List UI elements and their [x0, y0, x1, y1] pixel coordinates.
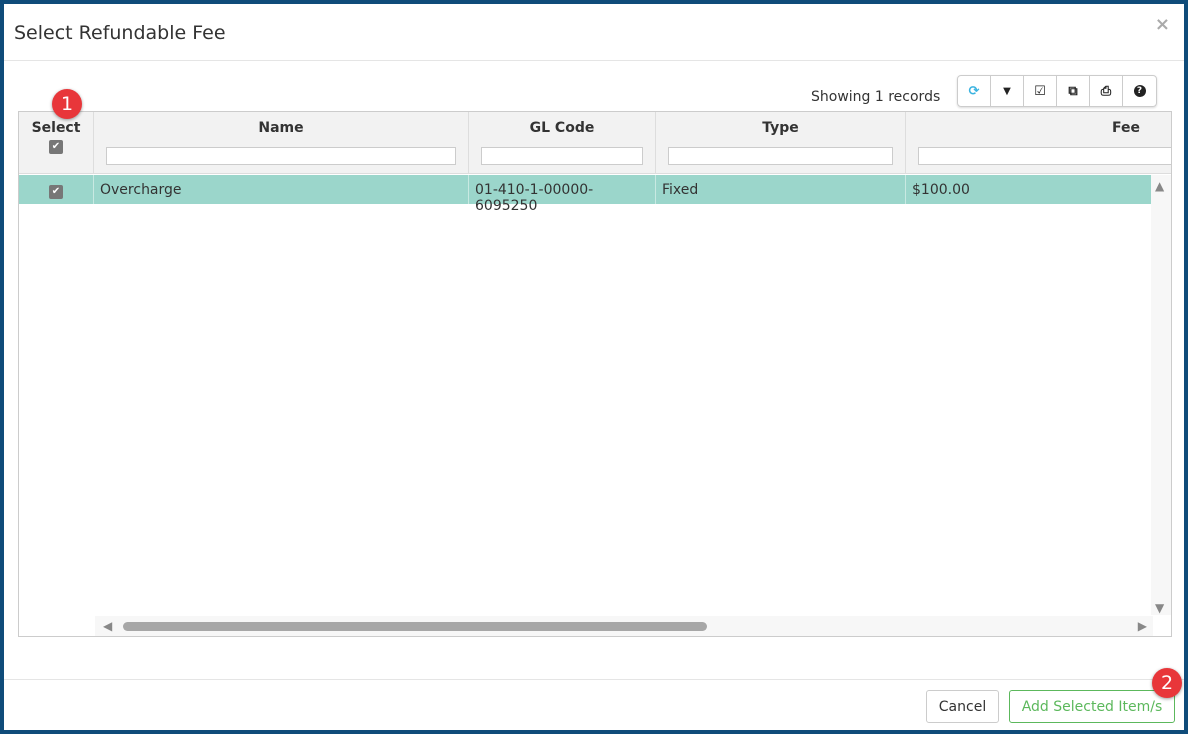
column-gl-code: GL Code	[469, 112, 656, 174]
column-label: Select	[31, 120, 81, 136]
vertical-scrollbar[interactable]: ▲ ▼	[1151, 175, 1171, 615]
step-badge-1: 1	[52, 89, 82, 119]
divider	[4, 679, 1184, 680]
step-badge-2: 2	[1152, 668, 1182, 698]
grid-toolbar: ⟳ ▼ ☑ ⧉ ⎙ ?	[957, 75, 1157, 107]
name-cell: Overcharge	[94, 175, 469, 204]
fee-cell: $100.00	[912, 182, 970, 198]
cancel-button[interactable]: Cancel	[926, 690, 999, 723]
refresh-button[interactable]: ⟳	[958, 76, 991, 106]
scroll-left-icon[interactable]: ◀	[103, 619, 112, 633]
column-label: Fee	[1112, 120, 1140, 136]
row-select-cell: ✔	[19, 175, 94, 204]
help-button[interactable]: ?	[1123, 76, 1156, 106]
copy-button[interactable]: ⧉	[1057, 76, 1090, 106]
name-filter-input[interactable]	[106, 147, 456, 165]
scroll-down-icon[interactable]: ▼	[1155, 601, 1164, 615]
column-type: Type	[656, 112, 906, 174]
column-select: Select ✔	[19, 112, 94, 174]
fee-grid: Select ✔ Name GL Code Type Fee ✔ Overchar…	[18, 111, 1172, 637]
record-count: Showing 1 records	[811, 89, 941, 105]
close-icon[interactable]: ×	[1155, 14, 1170, 35]
select-all-checkbox[interactable]: ✔	[49, 140, 63, 154]
row-checkbox[interactable]: ✔	[49, 185, 63, 199]
column-label: Name	[258, 120, 304, 136]
check-all-icon: ☑	[1034, 83, 1046, 99]
horizontal-scrollbar[interactable]: ◀ ▶	[95, 616, 1153, 636]
column-label: Type	[762, 120, 799, 136]
column-fee: Fee	[906, 112, 1171, 174]
add-selected-button[interactable]: Add Selected Item/s	[1009, 690, 1175, 723]
scrollbar-thumb[interactable]	[123, 622, 707, 631]
select-refundable-fee-dialog: Select Refundable Fee × Showing 1 record…	[4, 4, 1184, 730]
column-label: GL Code	[529, 120, 595, 136]
filter-icon: ▼	[1003, 85, 1011, 97]
scroll-up-icon[interactable]: ▲	[1155, 179, 1164, 193]
divider	[4, 60, 1184, 61]
grid-header: Select ✔ Name GL Code Type Fee	[19, 112, 1171, 174]
column-name: Name	[94, 112, 469, 174]
gl-code-filter-input[interactable]	[481, 147, 643, 165]
check-all-button[interactable]: ☑	[1024, 76, 1057, 106]
filter-button[interactable]: ▼	[991, 76, 1024, 106]
refresh-icon: ⟳	[968, 83, 980, 99]
help-icon: ?	[1133, 85, 1146, 97]
dialog-title: Select Refundable Fee	[14, 22, 226, 44]
print-button[interactable]: ⎙	[1090, 76, 1123, 106]
print-icon: ⎙	[1100, 83, 1112, 99]
scroll-right-icon[interactable]: ▶	[1138, 619, 1147, 633]
type-filter-input[interactable]	[668, 147, 893, 165]
gl-code-cell: 01-410-1-00000-6095250	[469, 175, 656, 214]
table-row[interactable]: ✔ Overcharge 01-410-1-00000-6095250 Fixe…	[19, 175, 1152, 214]
copy-icon: ⧉	[1068, 83, 1078, 99]
fee-filter-input[interactable]	[918, 147, 1171, 165]
type-cell: Fixed	[656, 175, 906, 204]
